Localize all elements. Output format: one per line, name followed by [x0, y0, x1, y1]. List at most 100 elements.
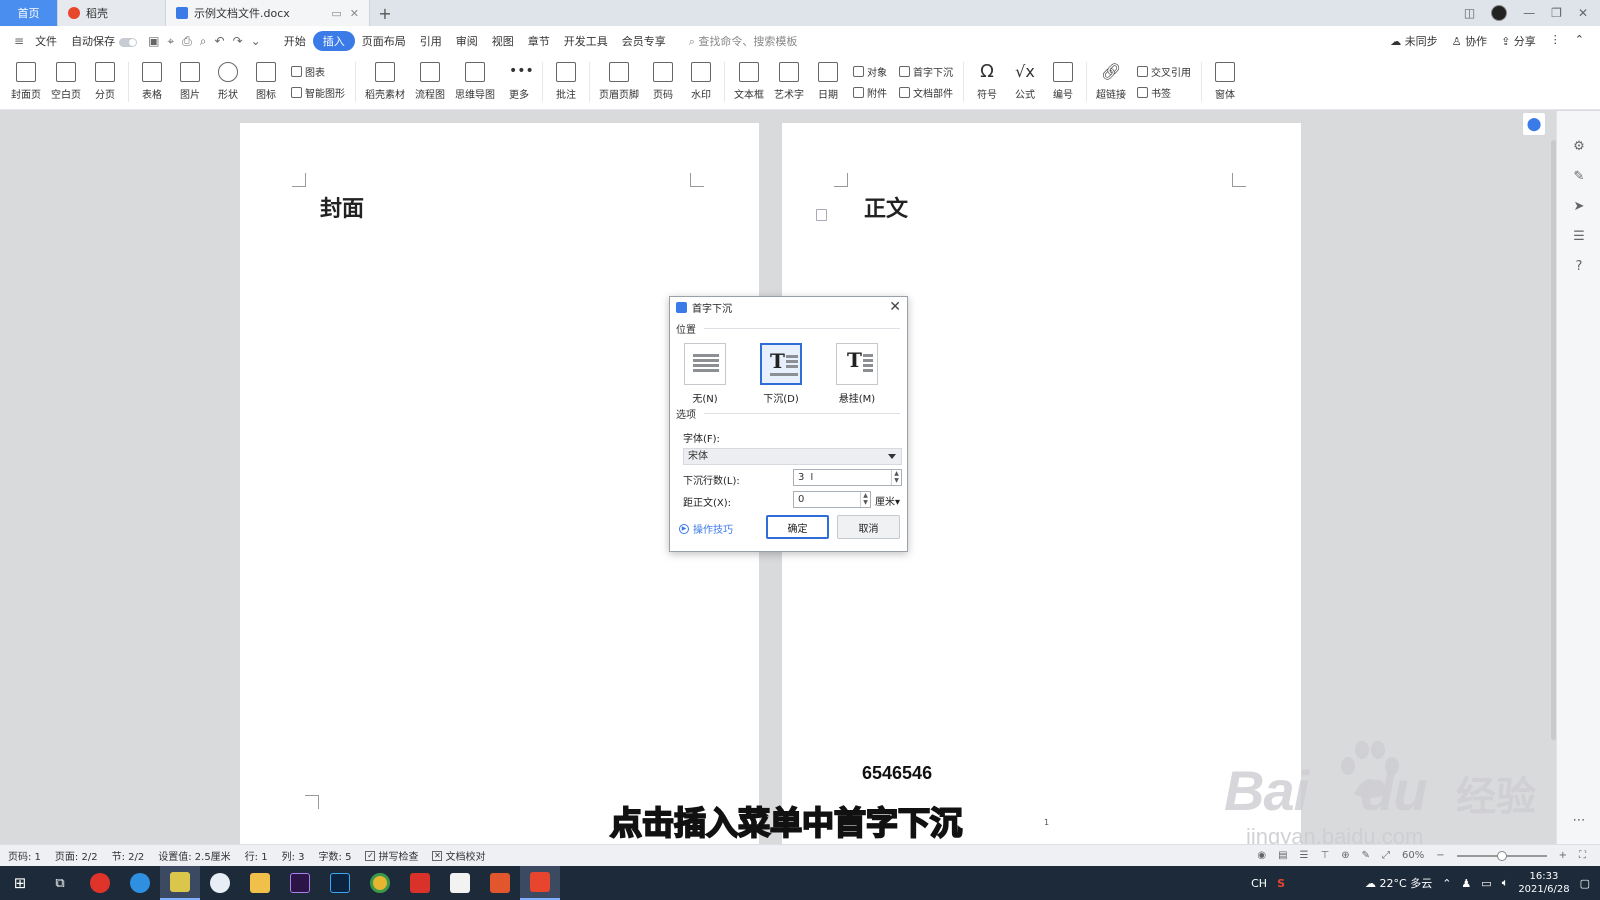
smart-graphic-button[interactable]: 智能图形: [291, 85, 345, 100]
drop-lines-stepper[interactable]: 3I ▲ ▼: [793, 469, 902, 486]
flowchart-button[interactable]: 流程图: [410, 60, 450, 101]
menu-member[interactable]: 会员专享: [615, 33, 673, 49]
tab-home[interactable]: 首页: [0, 0, 58, 26]
mindmap-button[interactable]: 思维导图: [450, 60, 500, 101]
tray-expand-icon[interactable]: ⌃: [1442, 877, 1451, 890]
pen-icon[interactable]: ✎: [1362, 850, 1370, 861]
restore-icon[interactable]: ❐: [1551, 6, 1562, 20]
dropcap-option-margin[interactable]: T 悬挂(M): [835, 343, 879, 405]
tab-pin-icon[interactable]: ▭: [331, 7, 341, 20]
style-icon[interactable]: ⚙: [1571, 139, 1587, 155]
menu-view[interactable]: 视图: [485, 33, 521, 49]
comment-button[interactable]: 批注: [547, 60, 585, 101]
document-parts-button[interactable]: 文档部件: [899, 85, 953, 100]
distance-stepper[interactable]: 0 ▲ ▼: [793, 491, 871, 508]
menu-review[interactable]: 审阅: [449, 33, 485, 49]
print-icon[interactable]: ⎙: [178, 34, 196, 49]
minimize-icon[interactable]: —: [1523, 6, 1535, 20]
picture-button[interactable]: 图片: [171, 60, 209, 101]
paragraph-handle-icon[interactable]: [816, 209, 827, 221]
status-col[interactable]: 列: 3: [282, 848, 305, 863]
save-icon[interactable]: ▣: [144, 34, 163, 48]
form-button[interactable]: 窗体: [1206, 60, 1244, 101]
font-select[interactable]: 宋体: [683, 448, 902, 465]
start-button[interactable]: ⊞: [0, 866, 40, 900]
daoke-material-button[interactable]: 稻壳素材: [360, 60, 410, 101]
taskbar-app-browser[interactable]: [120, 866, 160, 900]
status-row[interactable]: 行: 1: [245, 848, 268, 863]
globe-icon[interactable]: ⊕: [1341, 850, 1349, 861]
adjust-sliders-icon[interactable]: ☰: [1571, 229, 1587, 245]
tab-daoke[interactable]: 稻壳: [58, 0, 166, 26]
body-number-text[interactable]: 6546546: [862, 763, 932, 784]
drop-cap-button[interactable]: 首字下沉: [899, 64, 953, 79]
unit-dropdown[interactable]: 厘米▾: [875, 493, 900, 508]
status-setting[interactable]: 设置值: 2.5厘米: [158, 848, 230, 863]
more-icon[interactable]: ⋮: [1550, 33, 1561, 49]
bookmark-button[interactable]: 书签: [1137, 85, 1191, 100]
taskbar-app-presentation[interactable]: [480, 866, 520, 900]
dropcap-option-dropped[interactable]: T 下沉(D): [759, 343, 803, 405]
menu-page-layout[interactable]: 页面布局: [355, 33, 413, 49]
zoom-slider[interactable]: [1456, 850, 1547, 861]
help-icon[interactable]: ?: [1571, 259, 1587, 275]
status-page-code[interactable]: 页码: 1: [8, 848, 41, 863]
taskbar-app-explorer[interactable]: [240, 866, 280, 900]
taskbar-app-a[interactable]: [200, 866, 240, 900]
fit-page-icon[interactable]: ⤢: [1382, 850, 1390, 861]
sogou-icon[interactable]: S: [1277, 877, 1285, 890]
collaborate-button[interactable]: ♙ 协作: [1452, 33, 1487, 49]
fullscreen-icon[interactable]: ⛶: [1579, 850, 1586, 861]
autosave-toggle[interactable]: 自动保存: [64, 33, 144, 49]
chart-button[interactable]: 图表: [291, 64, 345, 79]
zoom-slider-handle[interactable]: [1496, 850, 1507, 861]
textbox-button[interactable]: 文本框: [729, 60, 769, 101]
more-horizontal-icon[interactable]: ⋯: [1571, 813, 1587, 829]
volume-icon[interactable]: 🔈︎: [1502, 876, 1509, 890]
zoom-level[interactable]: 60%: [1402, 850, 1424, 861]
avatar[interactable]: [1491, 5, 1508, 21]
zoom-out-icon[interactable]: −: [1436, 850, 1444, 861]
more-button[interactable]: ••• 更多: [500, 60, 538, 101]
sync-status[interactable]: ☁ 未同步: [1390, 33, 1438, 49]
new-tab-button[interactable]: +: [370, 0, 400, 26]
shape-button[interactable]: 形状: [209, 60, 247, 101]
proofread-toggle[interactable]: ✕ 文档校对: [432, 848, 485, 863]
dropcap-option-none[interactable]: 无(N): [683, 343, 727, 405]
collapse-ribbon-icon[interactable]: ⌃: [1575, 33, 1584, 49]
outline-view-icon[interactable]: ☰: [1300, 850, 1309, 861]
status-pages[interactable]: 页面: 2/2: [55, 848, 98, 863]
select-cursor-icon[interactable]: ➤: [1571, 199, 1587, 215]
cross-reference-button[interactable]: 交叉引用: [1137, 64, 1191, 79]
tab-close-icon[interactable]: ✕: [350, 7, 359, 20]
close-window-icon[interactable]: ✕: [1578, 6, 1588, 20]
edit-pen-icon[interactable]: ✎: [1571, 169, 1587, 185]
layout-icon[interactable]: ◫: [1464, 6, 1475, 20]
spell-check-toggle[interactable]: ✓ 拼写检查: [365, 848, 418, 863]
command-search[interactable]: ⌕ 查找命令、搜索模板: [689, 33, 798, 49]
task-view-button[interactable]: ⧉: [40, 866, 80, 900]
body-heading[interactable]: 正文: [864, 191, 908, 223]
taskbar-app-music[interactable]: [80, 866, 120, 900]
numbering-button[interactable]: 编号: [1044, 60, 1082, 101]
page-number-button[interactable]: 页码: [644, 60, 682, 101]
object-button[interactable]: 对象: [853, 64, 887, 79]
menu-insert[interactable]: 插入: [312, 31, 355, 51]
undo-icon[interactable]: ↶: [211, 34, 229, 48]
clock[interactable]: 16:33 2021/6/28: [1518, 870, 1569, 896]
cover-page-button[interactable]: 封面页: [6, 60, 46, 101]
table-button[interactable]: 表格: [133, 60, 171, 101]
stepper-arrows-icon[interactable]: ▲ ▼: [860, 492, 870, 507]
taskbar-app-premiere[interactable]: [280, 866, 320, 900]
status-words[interactable]: 字数: 5: [319, 848, 352, 863]
print-preview-icon[interactable]: ⌕: [196, 34, 211, 49]
hamburger-icon[interactable]: ≡: [10, 34, 28, 48]
page-view-icon[interactable]: ▤: [1278, 850, 1287, 861]
cover-heading[interactable]: 封面: [320, 191, 364, 223]
dialog-close-icon[interactable]: ✕: [889, 300, 901, 314]
cancel-button[interactable]: 取消: [837, 515, 900, 539]
icon-button[interactable]: 图标: [247, 60, 285, 101]
symbol-button[interactable]: Ω 符号: [968, 60, 1006, 102]
customize-icon[interactable]: ⌄: [247, 34, 265, 48]
tips-link[interactable]: ▶ 操作技巧: [679, 521, 733, 536]
